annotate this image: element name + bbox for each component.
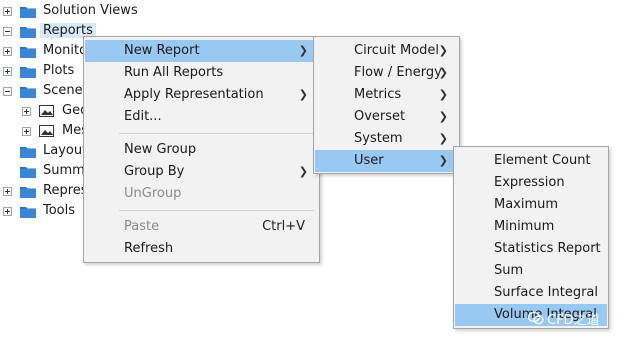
chevron-right-icon: ❯ (438, 88, 448, 101)
menu-item-paste[interactable]: Paste Ctrl+V (85, 216, 318, 238)
tree-item-plots[interactable]: Plots (0, 62, 85, 82)
watermark-text: CFD之道 (547, 312, 600, 328)
menu-item-label: UnGroup (124, 186, 182, 201)
menu-item-label: Sum (494, 263, 524, 278)
menu-item-flow-energy[interactable]: Flow / Energy ❯ (315, 62, 458, 84)
tree-label: Solution Views (43, 3, 138, 18)
chevron-right-icon: ❯ (438, 66, 448, 79)
chevron-right-icon: ❯ (298, 88, 308, 101)
menu-item-label: Refresh (124, 241, 174, 256)
folder-icon (20, 67, 36, 78)
menu-item-label: Statistics Report (494, 241, 601, 256)
menu-item-label: User (354, 153, 384, 168)
chevron-right-icon: ❯ (438, 44, 448, 57)
menu-item-surface-integral[interactable]: Surface Integral (455, 282, 607, 304)
tree-item-summaries[interactable]: Summaries (0, 162, 117, 182)
menu-item-new-group[interactable]: New Group (85, 139, 318, 161)
menu-item-label: Paste (124, 219, 160, 234)
tree-label: Tools (43, 203, 76, 218)
menu-separator (119, 210, 314, 211)
menu-item-edit[interactable]: Edit... (85, 106, 318, 128)
wechat-icon (528, 311, 544, 325)
menu-item-label: New Report (124, 43, 200, 58)
collapse-icon[interactable] (3, 27, 12, 36)
folder-icon (20, 7, 36, 18)
expand-icon[interactable] (22, 107, 31, 116)
folder-icon (20, 167, 36, 178)
context-menu: New Report ❯ Run All Reports Apply Repre… (83, 36, 320, 263)
expand-icon[interactable] (22, 127, 31, 136)
folder-icon (20, 47, 36, 58)
expand-icon[interactable] (3, 67, 12, 76)
menu-item-label: Minimum (494, 219, 555, 234)
menu-item-system[interactable]: System ❯ (315, 128, 458, 150)
menu-item-user[interactable]: User ❯ (315, 150, 458, 172)
tree-item-scenes[interactable]: Scenes (0, 82, 89, 102)
new-report-submenu: Circuit Model ❯ Flow / Energy ❯ Metrics … (313, 36, 460, 174)
menu-item-group-by[interactable]: Group By ❯ (85, 161, 318, 183)
tree-label: Plots (43, 63, 75, 78)
chevron-right-icon: ❯ (438, 110, 448, 123)
expand-icon[interactable] (3, 187, 12, 196)
chevron-right-icon: ❯ (298, 165, 308, 178)
menu-item-label: Group By (124, 164, 185, 179)
menu-separator (119, 133, 314, 134)
chevron-right-icon: ❯ (438, 132, 448, 145)
menu-item-label: Apply Representation (124, 87, 264, 102)
tree-item-layouts[interactable]: Layouts (0, 142, 94, 162)
menu-item-apply-representation[interactable]: Apply Representation ❯ (85, 84, 318, 106)
expand-icon[interactable] (3, 207, 12, 216)
folder-icon (20, 207, 36, 218)
menu-item-label: Circuit Model (354, 43, 440, 58)
menu-item-circuit-model[interactable]: Circuit Model ❯ (315, 40, 458, 62)
menu-item-new-report[interactable]: New Report ❯ (85, 40, 318, 62)
menu-item-label: Metrics (354, 87, 402, 102)
expand-icon[interactable] (3, 47, 12, 56)
menu-item-label: Flow / Energy (354, 65, 442, 80)
menu-item-label: Overset (354, 109, 406, 124)
menu-item-maximum[interactable]: Maximum (455, 194, 607, 216)
menu-item-label: System (354, 131, 403, 146)
expand-icon[interactable] (3, 7, 12, 16)
tree-item-monitors[interactable]: Monitors (0, 42, 99, 62)
menu-item-run-all-reports[interactable]: Run All Reports (85, 62, 318, 84)
image-icon (39, 125, 54, 137)
folder-icon (20, 147, 36, 158)
chevron-right-icon: ❯ (298, 44, 308, 57)
menu-item-minimum[interactable]: Minimum (455, 216, 607, 238)
menu-item-label: Edit... (124, 109, 162, 124)
menu-item-label: New Group (124, 142, 197, 157)
image-icon (39, 105, 54, 117)
menu-item-label: Element Count (494, 153, 591, 168)
user-submenu: Element Count Expression Maximum Minimum… (453, 146, 609, 329)
menu-item-element-count[interactable]: Element Count (455, 150, 607, 172)
folder-icon (20, 27, 36, 38)
watermark: CFD之道 (528, 308, 608, 328)
folder-icon (20, 187, 36, 198)
menu-item-refresh[interactable]: Refresh (85, 238, 318, 260)
menu-item-shortcut: Ctrl+V (262, 219, 305, 234)
menu-item-label: Run All Reports (124, 65, 224, 80)
menu-item-label: Maximum (494, 197, 559, 212)
folder-icon (20, 87, 36, 98)
menu-item-statistics-report[interactable]: Statistics Report (455, 238, 607, 260)
menu-item-overset[interactable]: Overset ❯ (315, 106, 458, 128)
menu-item-label: Surface Integral (494, 285, 598, 300)
tree-item-representations[interactable]: Representations (0, 182, 149, 202)
menu-item-label: Expression (494, 175, 565, 190)
menu-item-expression[interactable]: Expression (455, 172, 607, 194)
tree-item-mesh-scene[interactable]: Mesh (0, 122, 96, 142)
menu-item-sum[interactable]: Sum (455, 260, 607, 282)
chevron-right-icon: ❯ (438, 154, 448, 167)
collapse-icon[interactable] (3, 87, 12, 96)
menu-item-metrics[interactable]: Metrics ❯ (315, 84, 458, 106)
tree-item-geometry-scene[interactable]: Geometry (0, 102, 127, 122)
tree-item-solution-views[interactable]: Solution Views (0, 2, 150, 22)
menu-item-ungroup[interactable]: UnGroup (85, 183, 318, 205)
